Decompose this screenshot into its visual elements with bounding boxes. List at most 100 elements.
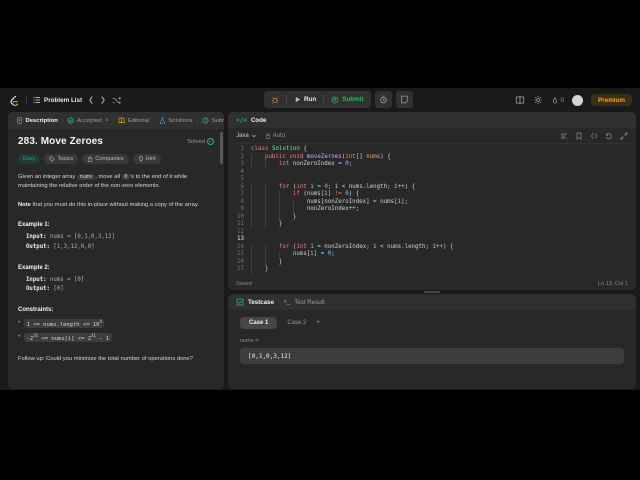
description-paragraph: Given an integer array nums, move all 0 '… <box>18 174 188 190</box>
close-icon[interactable]: × <box>105 117 109 124</box>
problem-list-button[interactable]: Problem List <box>33 96 82 104</box>
editor-statusbar: Saved Ln 13, Col 1 <box>228 277 636 290</box>
format-code-icon[interactable] <box>560 132 568 140</box>
case-1-tab[interactable]: Case 1 <box>240 317 278 329</box>
settings-gear-button[interactable] <box>533 95 543 105</box>
code-line: 2 public void moveZeroes(int[] nums) { <box>240 153 391 161</box>
tab-testcase[interactable]: Testcase <box>248 299 274 306</box>
case-2-tab[interactable]: Case 2 <box>287 320 306 326</box>
checklist-icon <box>236 298 244 306</box>
code-line: 1 class Solution { <box>240 146 307 152</box>
note-paragraph: Note that you must do this in-place with… <box>18 201 199 208</box>
solved-badge: Solved ✓ <box>186 138 214 145</box>
random-problem-button[interactable] <box>112 96 121 105</box>
code-editor[interactable]: 1 class Solution {2 public void moveZeroes… <box>228 144 636 277</box>
book-icon <box>118 117 125 124</box>
brackets-icon[interactable] <box>590 132 598 140</box>
premium-button[interactable]: Premium <box>591 94 632 106</box>
timer-button[interactable] <box>374 91 392 108</box>
add-case-button[interactable]: + <box>316 320 320 326</box>
code-line: 13 <box>237 236 244 242</box>
code-line: 8 nums[nonZeroIndex] = nums[i]; <box>240 198 409 206</box>
flask-icon <box>159 117 165 124</box>
avatar[interactable] <box>572 94 584 106</box>
language-select[interactable]: Java <box>236 133 257 139</box>
problem-title: 283. Move Zeroes <box>18 136 103 147</box>
description-panel: Description | Accepted × | Editorial | S… <box>8 112 224 389</box>
tab-solutions[interactable]: Solutions <box>159 117 192 124</box>
topics-tag[interactable]: Topics <box>44 154 79 164</box>
description-scrollbar[interactable] <box>220 132 223 164</box>
example2-block: Input: nums = [0] Output: [0] <box>26 276 85 293</box>
leetcode-logo-icon[interactable] <box>8 94 20 107</box>
testcase-input[interactable]: [0,1,0,3,12] <box>240 348 624 364</box>
accepted-check-icon <box>67 117 74 124</box>
streak-count: 0 <box>560 96 565 104</box>
code-line: 16} <box>237 258 283 266</box>
history-icon <box>202 117 209 124</box>
prev-problem-button[interactable]: ❮ <box>88 97 94 104</box>
code-line: 15 nums[i] = 0; <box>237 251 335 259</box>
check-circle-icon: ✓ <box>207 138 214 145</box>
tab-submissions[interactable]: Submissions <box>202 117 224 124</box>
lightbulb-icon <box>138 156 143 162</box>
run-button[interactable]: Run <box>287 91 323 108</box>
document-icon <box>16 117 23 124</box>
auto-save-indicator[interactable]: Auto <box>265 133 285 139</box>
hint-tag[interactable]: Hint <box>132 154 161 164</box>
example1-block: Input: nums = [0,1,0,3,12] Output: [1,3,… <box>26 234 116 250</box>
followup-paragraph: Follow up: Could you minimize the total … <box>18 355 193 362</box>
tab-accepted[interactable]: Accepted × <box>67 117 109 124</box>
problem-list-label: Problem List <box>44 96 83 104</box>
inline-code-zero: 0 <box>121 174 130 180</box>
code-line: 7 if (nums[i] != 0) { <box>240 191 360 199</box>
tab-description[interactable]: Description <box>16 117 58 124</box>
reset-code-icon[interactable] <box>605 132 613 140</box>
tab-test-result[interactable]: Test Result <box>294 299 325 306</box>
code-icon: </> <box>236 116 247 124</box>
problem-description: 283. Move Zeroes Solved ✓ Easy Topics Co… <box>8 129 224 389</box>
divider <box>26 95 27 105</box>
submit-label: Submit <box>342 96 364 103</box>
next-problem-button[interactable]: ❯ <box>100 97 106 104</box>
companies-tag[interactable]: Companies <box>82 154 129 164</box>
tab-editorial[interactable]: Editorial <box>118 117 149 124</box>
notes-button[interactable] <box>395 91 413 108</box>
debugger-button[interactable] <box>264 91 286 108</box>
tag-icon <box>49 156 56 162</box>
code-panel-title: Code <box>250 116 267 124</box>
saved-status: Saved <box>236 280 252 287</box>
code-line: 4 <box>240 168 245 175</box>
lock-icon <box>265 132 270 139</box>
code-panel-header: </> Code <box>228 112 636 128</box>
flame-icon <box>552 96 557 103</box>
testcase-panel: Testcase | >_ Test Result Case 1 Case 2 … <box>228 294 636 389</box>
code-line: 5 <box>240 176 245 182</box>
example2-heading: Example 2: <box>18 264 50 271</box>
run-label: Run <box>304 96 317 103</box>
description-tabbar: Description | Accepted × | Editorial | S… <box>8 112 224 129</box>
testcase-header: Testcase | >_ Test Result <box>228 294 636 310</box>
streak-counter[interactable]: 0 <box>551 96 565 105</box>
testcase-body: Case 1 Case 2 + nums = [0,1,0,3,12] <box>228 310 636 371</box>
param-label: nums = <box>240 338 259 344</box>
inline-code-nums: nums <box>76 174 96 180</box>
terminal-icon: >_ <box>283 299 291 305</box>
code-line: 12 <box>237 228 244 235</box>
code-line: 10} <box>237 213 297 221</box>
submit-button[interactable]: Submit <box>324 91 370 108</box>
cursor-position: Ln 13, Col 1 <box>597 280 628 287</box>
code-panel: </> Code Java Auto 1 class Solution {2 … <box>228 112 636 290</box>
lock-icon <box>88 156 93 162</box>
leetcode-window: Problem List ❮ ❯ Run Submit 0 Premium De… <box>0 88 640 390</box>
code-line: 9 nonZeroIndex++; <box>240 206 360 214</box>
layout-switcher-button[interactable] <box>515 95 525 105</box>
code-line: 3 int nonZeroIndex = 0; <box>240 161 353 169</box>
difficulty-badge[interactable]: Easy <box>18 154 41 164</box>
code-line: 17} <box>237 266 269 274</box>
bookmark-icon[interactable] <box>575 132 583 140</box>
fullscreen-icon[interactable] <box>620 132 628 140</box>
constraints-list: 1 <= nums.length <= 104-231 <= nums[i] <… <box>18 318 214 342</box>
code-line: 6 for (int i = 0; i < nums.length; i++) { <box>240 183 416 191</box>
example1-heading: Example 1: <box>18 222 50 229</box>
